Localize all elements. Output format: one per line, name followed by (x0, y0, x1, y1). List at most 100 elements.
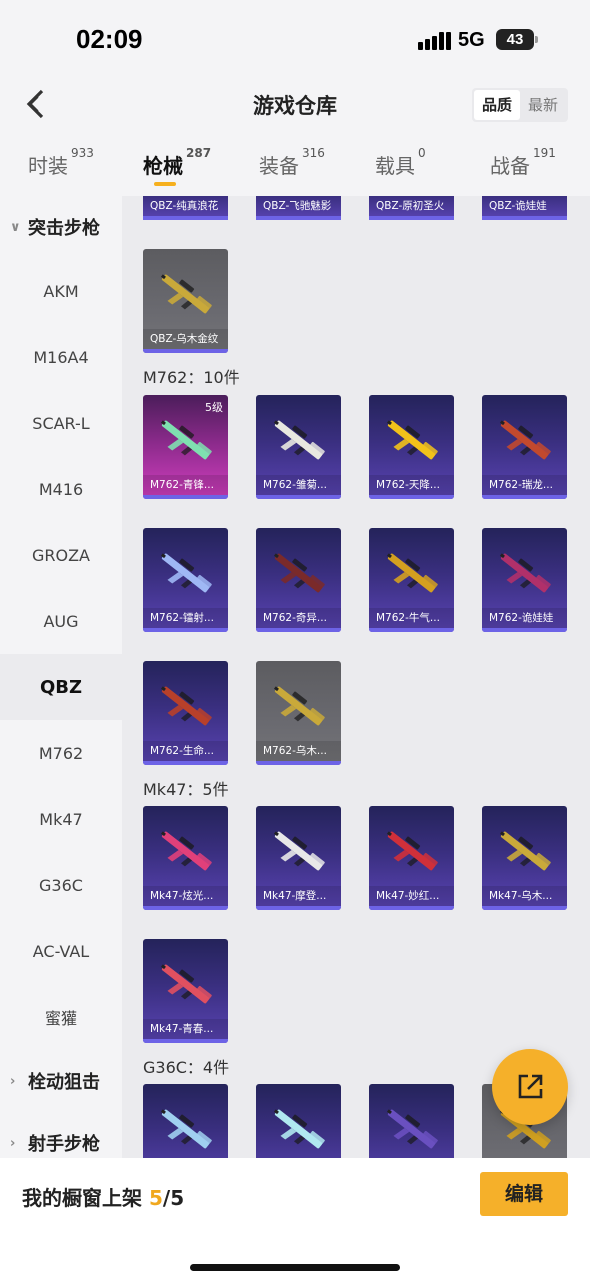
sidebar-item-honey-badger[interactable]: 蜜獾 (0, 984, 122, 1050)
skin-card[interactable]: M762-天降... (369, 395, 454, 499)
sidebar-item-groza[interactable]: GROZA (0, 522, 122, 588)
sidebar-item-m416[interactable]: M416 (0, 456, 122, 522)
showcase-total: /5 (162, 1186, 185, 1210)
skin-card[interactable]: M762-奇异... (256, 528, 341, 632)
skin-card[interactable]: M762-瑞龙... (482, 395, 567, 499)
skin-card[interactable]: Mk47-炫光... (143, 806, 228, 910)
tab-label: 时装 (28, 154, 68, 178)
tab-equipment[interactable]: 装备316 (259, 146, 325, 179)
tab-count: 316 (302, 146, 325, 160)
rifle-icon (499, 420, 551, 460)
tab-supplies[interactable]: 战备191 (490, 146, 556, 179)
sidebar-group-label: 射手步枪 (28, 1134, 100, 1155)
skin-label: Mk47-青春... (143, 1019, 228, 1039)
sidebar-item-akm[interactable]: AKM (0, 258, 122, 324)
sidebar-group-assault-rifles[interactable]: ∨ 突击步枪 (0, 196, 122, 258)
tab-count: 933 (71, 146, 94, 160)
skin-label: QBZ-飞驰魅影 (263, 200, 332, 212)
skin-label: M762-镭射... (143, 608, 228, 628)
sidebar-group-dmr[interactable]: › 射手步枪 (0, 1112, 122, 1160)
rifle-icon (273, 831, 325, 871)
tab-fashion[interactable]: 时装933 (28, 146, 94, 179)
skin-label: Mk47-乌木... (482, 886, 567, 906)
external-link-icon (518, 1074, 543, 1099)
skin-card[interactable]: Mk47-妙红... (369, 806, 454, 910)
rifle-icon (499, 831, 551, 871)
tab-vehicles[interactable]: 载具0 (375, 146, 426, 179)
card-bar (143, 761, 228, 765)
skin-label: QBZ-原初圣火 (376, 200, 445, 212)
share-button[interactable] (492, 1049, 568, 1125)
nav-bar: 游戏仓库 品质 最新 (0, 72, 590, 136)
sort-quality-button[interactable]: 品质 (474, 90, 520, 120)
rifle-icon (160, 420, 212, 460)
battery-tip (535, 36, 538, 43)
rifle-icon (160, 1109, 212, 1149)
rifle-icon (386, 420, 438, 460)
card-bar (256, 628, 341, 632)
card-bar (482, 906, 567, 910)
tab-guns[interactable]: 枪械287 (143, 146, 211, 179)
sidebar-group-bolt-snipers[interactable]: › 栓动狙击 (0, 1050, 122, 1112)
skin-card[interactable] (369, 1084, 454, 1160)
sidebar-item-aug[interactable]: AUG (0, 588, 122, 654)
sort-toggle: 品质 最新 (472, 88, 568, 122)
skin-label: QBZ-乌木金纹 (143, 329, 228, 349)
skin-card[interactable]: QBZ-诡娃娃 (482, 196, 567, 220)
edit-button[interactable]: 编辑 (480, 1172, 568, 1216)
tab-label: 战备 (490, 154, 530, 178)
card-bar (143, 1039, 228, 1043)
rifle-icon (160, 964, 212, 1004)
skin-card[interactable]: M762-镭射... (143, 528, 228, 632)
skin-card[interactable]: M762-生命... (143, 661, 228, 765)
sidebar-item-mk47[interactable]: Mk47 (0, 786, 122, 852)
card-bar (256, 216, 341, 220)
category-tabs: 时装933 枪械287 装备316 载具0 战备191 (0, 140, 590, 194)
rifle-icon (386, 831, 438, 871)
skin-card[interactable]: Mk47-摩登... (256, 806, 341, 910)
sidebar-item-g36c[interactable]: G36C (0, 852, 122, 918)
skin-label: QBZ-纯真浪花 (150, 200, 219, 212)
card-bar (143, 216, 228, 220)
card-bar (256, 906, 341, 910)
sidebar-item-qbz[interactable]: QBZ (0, 654, 122, 720)
card-bar (482, 216, 567, 220)
tab-count: 191 (533, 146, 556, 160)
showcase-text: 我的橱窗上架 (22, 1186, 142, 1210)
skin-card[interactable]: QBZ-纯真浪花 (143, 196, 228, 220)
skin-card[interactable]: 5级 M762-青锋... (143, 395, 228, 499)
sidebar-item-scar-l[interactable]: SCAR-L (0, 390, 122, 456)
sidebar-item-m16a4[interactable]: M16A4 (0, 324, 122, 390)
signal-icon (418, 32, 451, 50)
card-bar (369, 628, 454, 632)
sidebar-item-m762[interactable]: M762 (0, 720, 122, 786)
card-bar (369, 216, 454, 220)
skin-card[interactable] (256, 1084, 341, 1160)
showcase-count: 5 (148, 1186, 163, 1210)
skin-card[interactable]: QBZ-飞驰魅影 (256, 196, 341, 220)
skin-label: M762-诡娃娃 (482, 608, 567, 628)
skin-card[interactable]: Mk47-青春... (143, 939, 228, 1043)
chevron-right-icon: › (10, 1135, 16, 1151)
sidebar-group-label: 突击步枪 (28, 218, 100, 239)
sidebar-group-label: 栓动狙击 (28, 1072, 100, 1093)
rifle-icon (160, 831, 212, 871)
skin-card[interactable]: M762-乌木... (256, 661, 341, 765)
status-bar: 02:09 5G 43 (0, 0, 590, 72)
skin-card[interactable]: M762-牛气... (369, 528, 454, 632)
skin-card[interactable]: QBZ-乌木金纹 (143, 249, 228, 353)
skin-card[interactable] (143, 1084, 228, 1160)
skin-card[interactable]: Mk47-乌木... (482, 806, 567, 910)
rifle-icon (160, 274, 212, 314)
skin-card[interactable]: M762-雏菊... (256, 395, 341, 499)
card-bar (143, 349, 228, 353)
rifle-icon (386, 553, 438, 593)
network-type: 5G (458, 29, 485, 51)
skin-card[interactable]: M762-诡娃娃 (482, 528, 567, 632)
section-title-g36c: G36C：4件 (143, 1058, 230, 1077)
sort-newest-button[interactable]: 最新 (520, 90, 566, 120)
skin-label: M762-天降... (369, 475, 454, 495)
sidebar-item-ac-val[interactable]: AC-VAL (0, 918, 122, 984)
card-bar (256, 761, 341, 765)
skin-card[interactable]: QBZ-原初圣火 (369, 196, 454, 220)
